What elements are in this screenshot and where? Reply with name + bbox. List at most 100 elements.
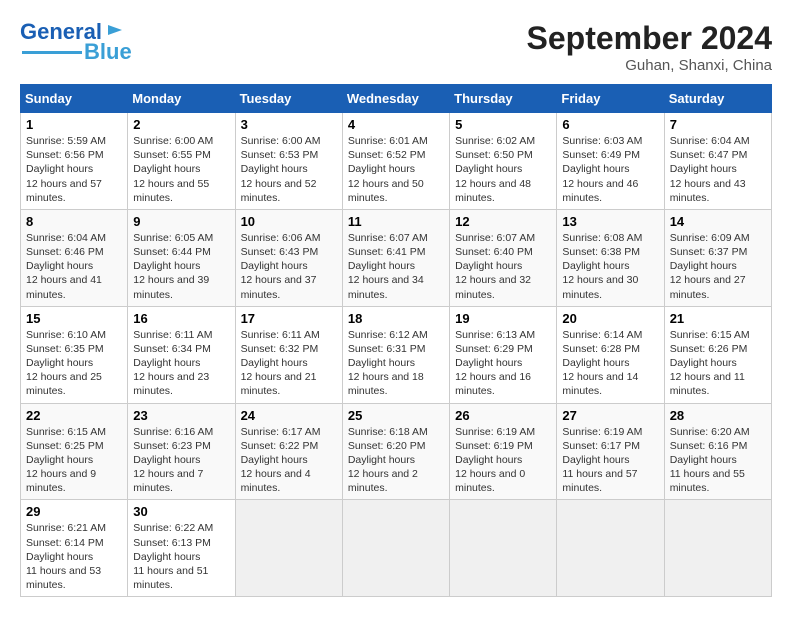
calendar-cell: 8 Sunrise: 6:04 AMSunset: 6:46 PMDayligh… bbox=[21, 209, 128, 306]
calendar-cell: 1 Sunrise: 5:59 AMSunset: 6:56 PMDayligh… bbox=[21, 113, 128, 210]
cell-content: Sunrise: 6:11 AMSunset: 6:34 PMDaylight … bbox=[133, 329, 212, 398]
cell-content: Sunrise: 6:00 AMSunset: 6:53 PMDaylight … bbox=[241, 135, 321, 204]
day-number: 16 bbox=[133, 311, 229, 326]
logo-text2: Blue bbox=[84, 40, 132, 64]
cell-content: Sunrise: 6:01 AMSunset: 6:52 PMDaylight … bbox=[348, 135, 428, 204]
col-monday: Monday bbox=[128, 85, 235, 113]
day-number: 2 bbox=[133, 117, 229, 132]
calendar-cell: 17 Sunrise: 6:11 AMSunset: 6:32 PMDaylig… bbox=[235, 306, 342, 403]
calendar-cell bbox=[664, 500, 771, 597]
cell-content: Sunrise: 6:18 AMSunset: 6:20 PMDaylight … bbox=[348, 426, 428, 495]
day-number: 18 bbox=[348, 311, 444, 326]
cell-content: Sunrise: 6:07 AMSunset: 6:40 PMDaylight … bbox=[455, 232, 535, 301]
calendar-cell: 2 Sunrise: 6:00 AMSunset: 6:55 PMDayligh… bbox=[128, 113, 235, 210]
cell-content: Sunrise: 6:08 AMSunset: 6:38 PMDaylight … bbox=[562, 232, 642, 301]
col-wednesday: Wednesday bbox=[342, 85, 449, 113]
calendar-cell: 25 Sunrise: 6:18 AMSunset: 6:20 PMDaylig… bbox=[342, 403, 449, 500]
cell-content: Sunrise: 6:04 AMSunset: 6:46 PMDaylight … bbox=[26, 232, 106, 301]
day-number: 15 bbox=[26, 311, 122, 326]
cell-content: Sunrise: 6:07 AMSunset: 6:41 PMDaylight … bbox=[348, 232, 428, 301]
cell-content: Sunrise: 6:03 AMSunset: 6:49 PMDaylight … bbox=[562, 135, 642, 204]
day-number: 3 bbox=[241, 117, 337, 132]
day-number: 24 bbox=[241, 408, 337, 423]
cell-content: Sunrise: 6:11 AMSunset: 6:32 PMDaylight … bbox=[241, 329, 320, 398]
week-row-4: 22 Sunrise: 6:15 AMSunset: 6:25 PMDaylig… bbox=[21, 403, 772, 500]
cell-content: Sunrise: 6:19 AMSunset: 6:19 PMDaylight … bbox=[455, 426, 535, 495]
calendar-cell: 6 Sunrise: 6:03 AMSunset: 6:49 PMDayligh… bbox=[557, 113, 664, 210]
calendar-cell: 19 Sunrise: 6:13 AMSunset: 6:29 PMDaylig… bbox=[450, 306, 557, 403]
header-row: Sunday Monday Tuesday Wednesday Thursday… bbox=[21, 85, 772, 113]
day-number: 5 bbox=[455, 117, 551, 132]
calendar-cell: 11 Sunrise: 6:07 AMSunset: 6:41 PMDaylig… bbox=[342, 209, 449, 306]
day-number: 4 bbox=[348, 117, 444, 132]
calendar-cell: 14 Sunrise: 6:09 AMSunset: 6:37 PMDaylig… bbox=[664, 209, 771, 306]
cell-content: Sunrise: 6:02 AMSunset: 6:50 PMDaylight … bbox=[455, 135, 535, 204]
day-number: 11 bbox=[348, 214, 444, 229]
day-number: 10 bbox=[241, 214, 337, 229]
day-number: 20 bbox=[562, 311, 658, 326]
title-block: September 2024 Guhan, Shanxi, China bbox=[527, 20, 772, 74]
day-number: 27 bbox=[562, 408, 658, 423]
cell-content: Sunrise: 6:20 AMSunset: 6:16 PMDaylight … bbox=[670, 426, 750, 495]
cell-content: Sunrise: 6:05 AMSunset: 6:44 PMDaylight … bbox=[133, 232, 213, 301]
cell-content: Sunrise: 6:14 AMSunset: 6:28 PMDaylight … bbox=[562, 329, 642, 398]
day-number: 22 bbox=[26, 408, 122, 423]
cell-content: Sunrise: 6:10 AMSunset: 6:35 PMDaylight … bbox=[26, 329, 106, 398]
day-number: 13 bbox=[562, 214, 658, 229]
location: Guhan, Shanxi, China bbox=[527, 57, 772, 74]
calendar-cell: 5 Sunrise: 6:02 AMSunset: 6:50 PMDayligh… bbox=[450, 113, 557, 210]
day-number: 28 bbox=[670, 408, 766, 423]
col-tuesday: Tuesday bbox=[235, 85, 342, 113]
week-row-1: 1 Sunrise: 5:59 AMSunset: 6:56 PMDayligh… bbox=[21, 113, 772, 210]
day-number: 8 bbox=[26, 214, 122, 229]
day-number: 9 bbox=[133, 214, 229, 229]
day-number: 6 bbox=[562, 117, 658, 132]
cell-content: Sunrise: 6:21 AMSunset: 6:14 PMDaylight … bbox=[26, 522, 106, 591]
week-row-5: 29 Sunrise: 6:21 AMSunset: 6:14 PMDaylig… bbox=[21, 500, 772, 597]
calendar-cell: 20 Sunrise: 6:14 AMSunset: 6:28 PMDaylig… bbox=[557, 306, 664, 403]
day-number: 7 bbox=[670, 117, 766, 132]
cell-content: Sunrise: 6:12 AMSunset: 6:31 PMDaylight … bbox=[348, 329, 428, 398]
page-header: General Blue September 2024 Guhan, Shanx… bbox=[20, 20, 772, 74]
col-saturday: Saturday bbox=[664, 85, 771, 113]
day-number: 26 bbox=[455, 408, 551, 423]
cell-content: Sunrise: 6:17 AMSunset: 6:22 PMDaylight … bbox=[241, 426, 321, 495]
calendar-cell bbox=[235, 500, 342, 597]
calendar-cell: 9 Sunrise: 6:05 AMSunset: 6:44 PMDayligh… bbox=[128, 209, 235, 306]
calendar-cell: 13 Sunrise: 6:08 AMSunset: 6:38 PMDaylig… bbox=[557, 209, 664, 306]
calendar-cell: 22 Sunrise: 6:15 AMSunset: 6:25 PMDaylig… bbox=[21, 403, 128, 500]
calendar-cell bbox=[557, 500, 664, 597]
day-number: 14 bbox=[670, 214, 766, 229]
day-number: 12 bbox=[455, 214, 551, 229]
cell-content: Sunrise: 6:00 AMSunset: 6:55 PMDaylight … bbox=[133, 135, 213, 204]
col-sunday: Sunday bbox=[21, 85, 128, 113]
calendar-cell bbox=[342, 500, 449, 597]
day-number: 30 bbox=[133, 504, 229, 519]
calendar-cell: 4 Sunrise: 6:01 AMSunset: 6:52 PMDayligh… bbox=[342, 113, 449, 210]
logo-icon bbox=[104, 19, 126, 41]
day-number: 21 bbox=[670, 311, 766, 326]
calendar-cell: 24 Sunrise: 6:17 AMSunset: 6:22 PMDaylig… bbox=[235, 403, 342, 500]
logo: General Blue bbox=[20, 20, 132, 64]
calendar-cell: 28 Sunrise: 6:20 AMSunset: 6:16 PMDaylig… bbox=[664, 403, 771, 500]
calendar-cell: 30 Sunrise: 6:22 AMSunset: 6:13 PMDaylig… bbox=[128, 500, 235, 597]
cell-content: Sunrise: 6:15 AMSunset: 6:26 PMDaylight … bbox=[670, 329, 750, 398]
day-number: 25 bbox=[348, 408, 444, 423]
month-title: September 2024 bbox=[527, 20, 772, 57]
calendar-cell: 12 Sunrise: 6:07 AMSunset: 6:40 PMDaylig… bbox=[450, 209, 557, 306]
day-number: 29 bbox=[26, 504, 122, 519]
day-number: 23 bbox=[133, 408, 229, 423]
col-friday: Friday bbox=[557, 85, 664, 113]
calendar-cell: 29 Sunrise: 6:21 AMSunset: 6:14 PMDaylig… bbox=[21, 500, 128, 597]
cell-content: Sunrise: 5:59 AMSunset: 6:56 PMDaylight … bbox=[26, 135, 106, 204]
calendar-cell: 27 Sunrise: 6:19 AMSunset: 6:17 PMDaylig… bbox=[557, 403, 664, 500]
calendar-cell: 15 Sunrise: 6:10 AMSunset: 6:35 PMDaylig… bbox=[21, 306, 128, 403]
cell-content: Sunrise: 6:04 AMSunset: 6:47 PMDaylight … bbox=[670, 135, 750, 204]
day-number: 17 bbox=[241, 311, 337, 326]
col-thursday: Thursday bbox=[450, 85, 557, 113]
calendar-cell: 21 Sunrise: 6:15 AMSunset: 6:26 PMDaylig… bbox=[664, 306, 771, 403]
calendar-cell: 16 Sunrise: 6:11 AMSunset: 6:34 PMDaylig… bbox=[128, 306, 235, 403]
cell-content: Sunrise: 6:13 AMSunset: 6:29 PMDaylight … bbox=[455, 329, 535, 398]
calendar-cell bbox=[450, 500, 557, 597]
calendar-cell: 18 Sunrise: 6:12 AMSunset: 6:31 PMDaylig… bbox=[342, 306, 449, 403]
